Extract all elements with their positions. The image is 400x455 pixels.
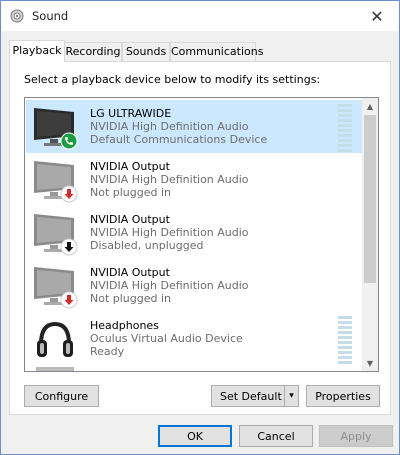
device-driver: NVIDIA High Definition Audio	[90, 120, 249, 133]
cancel-button[interactable]: Cancel	[239, 425, 313, 447]
device-driver: Oculus Virtual Audio Device	[90, 332, 243, 345]
properties-button[interactable]: Properties	[306, 385, 380, 407]
device-driver: NVIDIA High Definition Audio	[90, 173, 249, 186]
sound-dialog: Sound ✕ Playback Recording Sounds Commun…	[0, 0, 400, 455]
playback-panel: Select a playback device below to modify…	[9, 61, 391, 415]
list-item[interactable]: NVIDIA Output NVIDIA High Definition Aud…	[26, 153, 362, 206]
close-icon: ✕	[370, 6, 384, 26]
device-status: Not plugged in	[90, 186, 172, 199]
volume-meter	[338, 316, 352, 364]
device-name: NVIDIA Output	[90, 266, 170, 279]
device-name: NVIDIA Output	[90, 160, 170, 173]
window-title: Sound	[32, 9, 69, 23]
close-button[interactable]: ✕	[355, 1, 399, 31]
tab-communications[interactable]: Communications	[170, 42, 263, 61]
tab-sounds[interactable]: Sounds	[122, 42, 170, 61]
scroll-down-icon[interactable]: ▼	[362, 355, 378, 371]
device-status: Default Communications Device	[90, 133, 268, 146]
device-list[interactable]: LG ULTRAWIDE NVIDIA High Definition Audi…	[24, 97, 379, 372]
device-name: LG ULTRAWIDE	[90, 107, 172, 120]
chevron-down-icon[interactable]: ▾	[284, 386, 298, 406]
list-item[interactable]: NVIDIA Output NVIDIA High Definition Aud…	[26, 259, 362, 312]
scroll-up-icon[interactable]: ▲	[362, 98, 378, 114]
device-icon-partial	[36, 367, 74, 371]
list-item[interactable]: NVIDIA Output NVIDIA High Definition Aud…	[26, 206, 362, 259]
list-item[interactable]: LG ULTRAWIDE NVIDIA High Definition Audi…	[26, 100, 362, 153]
tab-recording[interactable]: Recording	[64, 42, 122, 61]
tab-playback[interactable]: Playback	[9, 40, 65, 62]
list-item[interactable]: Headphones Oculus Virtual Audio Device R…	[26, 312, 362, 365]
title-bar[interactable]: Sound ✕	[1, 1, 399, 31]
list-item[interactable]	[26, 365, 362, 371]
red-down-arrow-icon	[60, 185, 78, 203]
set-default-label: Set Default	[220, 389, 282, 403]
volume-meter	[338, 104, 352, 152]
black-down-arrow-icon	[60, 238, 78, 256]
device-status: Not plugged in	[90, 292, 172, 305]
device-status: Disabled, unplugged	[90, 239, 204, 252]
apply-button[interactable]: Apply	[319, 425, 393, 447]
phone-badge-icon	[60, 132, 78, 150]
speaker-icon	[10, 9, 24, 23]
device-name: NVIDIA Output	[90, 213, 170, 226]
configure-button[interactable]: Configure	[24, 385, 99, 407]
device-driver: NVIDIA High Definition Audio	[90, 279, 249, 292]
headphones-icon	[37, 321, 73, 357]
device-name: Headphones	[90, 319, 159, 332]
instruction-text: Select a playback device below to modify…	[24, 73, 321, 86]
device-driver: NVIDIA High Definition Audio	[90, 226, 249, 239]
vertical-scrollbar[interactable]: ▲ ▼	[362, 98, 378, 371]
set-default-button[interactable]: Set Default ▾	[211, 385, 299, 407]
device-status: Ready	[90, 345, 125, 358]
ok-button[interactable]: OK	[158, 425, 232, 447]
red-down-arrow-icon	[60, 291, 78, 309]
scroll-thumb[interactable]	[364, 115, 376, 283]
